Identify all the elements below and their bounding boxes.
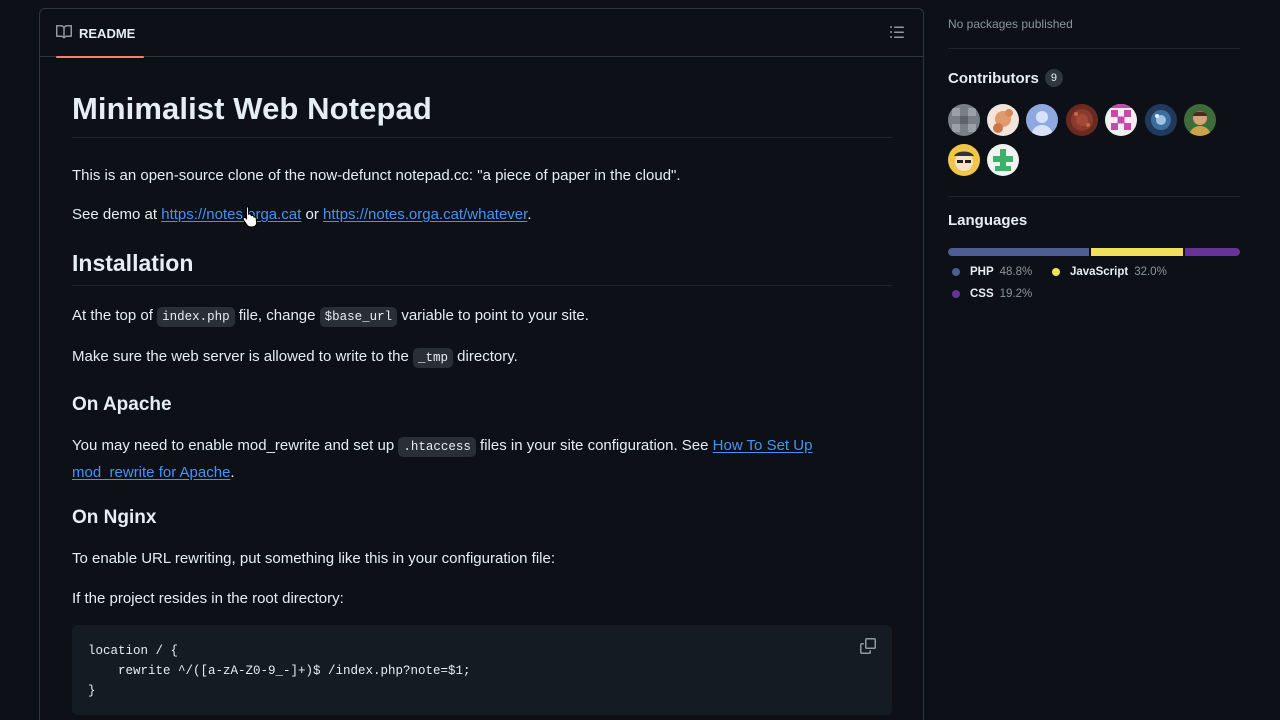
install-paragraph-1: At the top of index.php file, change $ba… [72, 303, 892, 330]
pointer-cursor-icon [241, 205, 259, 232]
language-dot [952, 268, 960, 276]
avatar[interactable] [948, 104, 980, 136]
code-tmp: _tmp [413, 348, 454, 368]
avatar[interactable] [1145, 104, 1177, 136]
code-block: location / { rewrite ^/([a-zA-Z0-9_-]+)$… [72, 625, 892, 715]
install-text-b: file, change [234, 307, 320, 324]
language-percent: 48.8% [999, 266, 1033, 278]
apache-heading: On Apache [72, 394, 172, 415]
language-dot [1052, 268, 1060, 276]
language-bar [948, 248, 1240, 256]
avatar[interactable] [987, 104, 1019, 136]
languages-heading: Languages [948, 212, 1028, 229]
code-index-php: index.php [157, 307, 235, 327]
language-item-php[interactable]: PHP 48.8% [952, 266, 1032, 278]
avatar[interactable] [1026, 104, 1058, 136]
readme-tab-label: README [79, 25, 136, 41]
install-text-c: variable to point to your site. [397, 307, 589, 324]
copy-icon[interactable] [860, 638, 878, 656]
apache-text-c: . [230, 464, 235, 481]
language-name: JavaScript [1070, 266, 1129, 278]
demo-paragraph: See demo at https://notes.orga.cat or ht… [72, 202, 892, 227]
readme-panel: README Minimalist Web Notepad This is an… [39, 8, 924, 720]
code-htaccess: .htaccess [398, 437, 476, 457]
intro-paragraph: This is an open-source clone of the now-… [72, 167, 681, 184]
nginx-heading: On Nginx [72, 507, 157, 528]
language-percent: 19.2% [999, 288, 1033, 300]
install-paragraph-2: Make sure the web server is allowed to w… [72, 344, 892, 371]
language-bar-segment-css [1184, 248, 1240, 256]
readme-header: README [40, 9, 923, 58]
avatar[interactable] [1184, 104, 1216, 136]
code-base-url: $base_url [319, 307, 398, 327]
language-item-css[interactable]: CSS 19.2% [952, 288, 1032, 300]
book-icon [56, 24, 73, 43]
demo-suffix: . [527, 206, 532, 223]
language-percent: 32.0% [1134, 266, 1167, 278]
readme-title: Minimalist Web Notepad [72, 91, 892, 138]
demo-link-2[interactable]: https://notes.orga.cat/whatever [323, 206, 527, 223]
demo-or: or [301, 206, 324, 223]
avatar[interactable] [987, 144, 1019, 176]
sidebar-divider [948, 48, 1240, 49]
language-dot [952, 290, 960, 298]
contributors-heading[interactable]: Contributors 9 [948, 69, 1063, 87]
nginx-paragraph-1: To enable URL rewriting, put something l… [72, 550, 556, 567]
installation-heading: Installation [72, 250, 892, 286]
nginx-paragraph-2: If the project resides in the root direc… [72, 590, 344, 607]
list-unordered-icon[interactable] [889, 24, 907, 42]
demo-prefix: See demo at [72, 206, 162, 223]
demo-link-1[interactable]: https://notes.orga.cat [161, 206, 301, 223]
code-line: location / { [88, 644, 179, 658]
avatar[interactable] [1066, 104, 1098, 136]
apache-text-b: files in your site configuration. See [475, 437, 713, 454]
language-item-javascript[interactable]: JavaScript 32.0% [1052, 266, 1167, 278]
contributors-count: 9 [1044, 69, 1063, 87]
contributors-label: Contributors [948, 69, 1039, 87]
code-line: rewrite ^/([a-zA-Z0-9_-]+)$ /index.php?n… [88, 664, 471, 678]
apache-text-a: You may need to enable mod_rewrite and s… [72, 437, 399, 454]
language-bar-segment-php [948, 248, 1089, 256]
install2-text-a: Make sure the web server is allowed to w… [72, 348, 413, 365]
install2-text-b: directory. [453, 348, 518, 365]
language-name: PHP [970, 266, 994, 278]
language-name: CSS [970, 288, 994, 300]
code-lines: location / { rewrite ^/([a-zA-Z0-9_-]+)$… [88, 641, 471, 701]
install-text-a: At the top of [72, 307, 158, 324]
readme-tab[interactable]: README [56, 9, 144, 58]
sidebar-divider [948, 196, 1240, 197]
language-bar-segment-javascript [1090, 248, 1183, 256]
avatar[interactable] [1105, 104, 1137, 136]
packages-text: No packages published [948, 17, 1073, 31]
code-line: } [88, 684, 96, 698]
apache-paragraph: You may need to enable mod_rewrite and s… [72, 433, 872, 485]
avatar[interactable] [948, 144, 980, 176]
